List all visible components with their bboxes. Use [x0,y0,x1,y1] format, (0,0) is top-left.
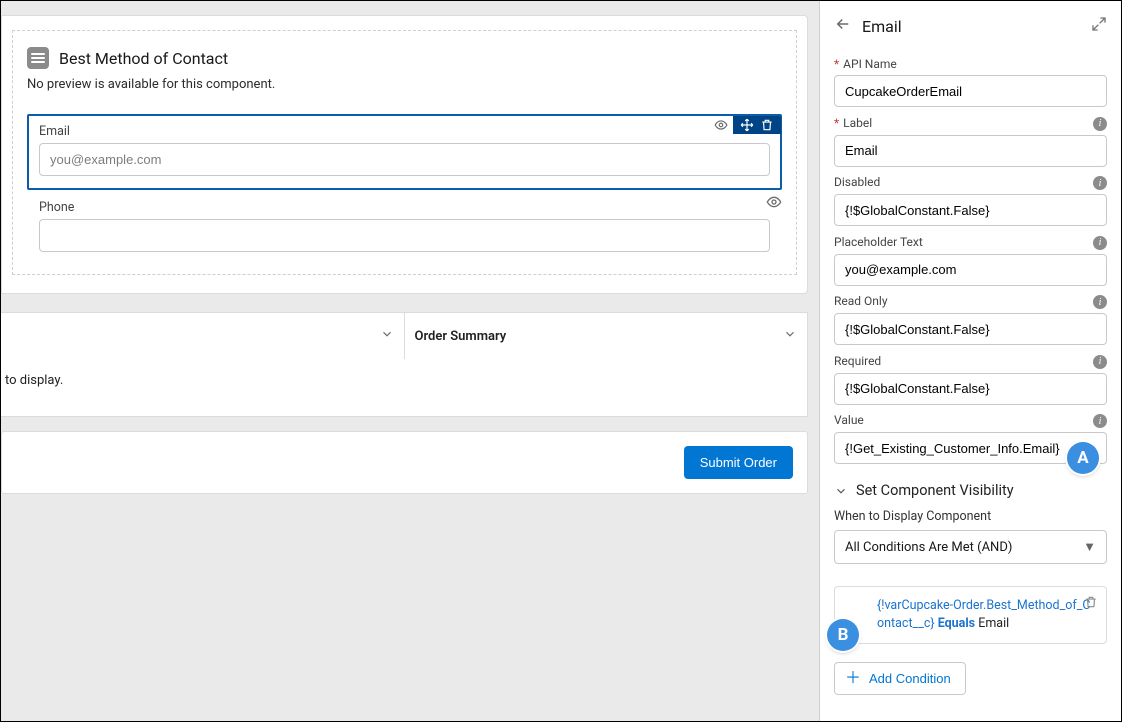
visibility-eye-icon[interactable] [709,115,733,135]
placeholder-input[interactable] [834,254,1107,286]
chevron-down-icon [834,484,848,498]
info-icon[interactable]: i [1093,115,1107,131]
summary-cell-left[interactable] [1,313,405,359]
chevron-down-icon [783,327,797,345]
summary-cell-order[interactable]: Order Summary [405,313,808,359]
condition-card[interactable]: {!varCupcake-Order.Best_Method_of_Contac… [834,586,1107,644]
required-label: Required [834,354,881,368]
info-icon[interactable]: i [1093,294,1107,310]
disabled-input[interactable] [834,194,1107,226]
annotation-b: B [827,619,859,651]
email-input[interactable] [39,143,770,176]
phone-input[interactable] [39,219,770,252]
phone-label: Phone [39,200,770,215]
api-name-input[interactable] [834,75,1107,107]
phone-component[interactable]: Phone [27,190,782,252]
api-name-label: API Name [843,57,897,71]
info-icon[interactable]: i [1093,175,1107,191]
annotation-a: A [1067,442,1099,474]
footer-bar: Submit Order [1,431,808,494]
when-select[interactable]: All Conditions Are Met (AND) ▼ [834,530,1107,564]
order-summary-label: Order Summary [415,329,507,344]
value-label: Value [834,413,864,427]
no-preview-text: No preview is available for this compone… [27,77,782,92]
email-component[interactable]: Email [27,114,782,190]
back-icon[interactable] [834,15,852,37]
add-condition-label: Add Condition [869,671,951,686]
contact-section: Best Method of Contact No preview is ava… [12,30,797,275]
placeholder-label: Placeholder Text [834,235,923,249]
screen-card: Best Method of Contact No preview is ava… [1,15,808,294]
expand-icon[interactable] [1091,16,1107,36]
canvas-area: Best Method of Contact No preview is ava… [1,1,819,721]
required-input[interactable] [834,373,1107,405]
panel-title: Email [862,17,1081,36]
submit-order-button[interactable]: Submit Order [684,446,793,479]
when-to-display-label: When to Display Component [834,509,1107,524]
condition-operator: Equals [938,616,975,631]
label-input[interactable] [834,135,1107,167]
list-icon [27,47,49,69]
label-field-label: Label [843,116,872,130]
add-condition-button[interactable]: ＋ Add Condition [834,662,966,695]
condition-value: Email [978,616,1009,631]
properties-panel: Email *API Name *Labeli Disabledi Placeh… [819,1,1121,721]
summary-row: Order Summary [1,312,808,359]
visibility-eye-icon[interactable] [766,194,782,214]
info-icon[interactable]: i [1093,413,1107,429]
caret-down-icon: ▼ [1083,539,1096,555]
delete-condition-icon[interactable] [1084,595,1098,615]
disabled-label: Disabled [834,175,880,189]
move-icon[interactable] [737,118,757,132]
info-icon[interactable]: i [1093,234,1107,250]
to-display-text: to display. [1,359,808,417]
section-title: Best Method of Contact [59,49,228,68]
chevron-down-icon [380,327,394,345]
email-label: Email [39,124,770,139]
when-select-value: All Conditions Are Met (AND) [845,540,1012,555]
readonly-label: Read Only [834,294,888,308]
visibility-heading: Set Component Visibility [856,482,1014,499]
readonly-input[interactable] [834,313,1107,345]
visibility-section-header[interactable]: Set Component Visibility [834,482,1107,499]
delete-icon[interactable] [757,118,777,132]
info-icon[interactable]: i [1093,353,1107,369]
